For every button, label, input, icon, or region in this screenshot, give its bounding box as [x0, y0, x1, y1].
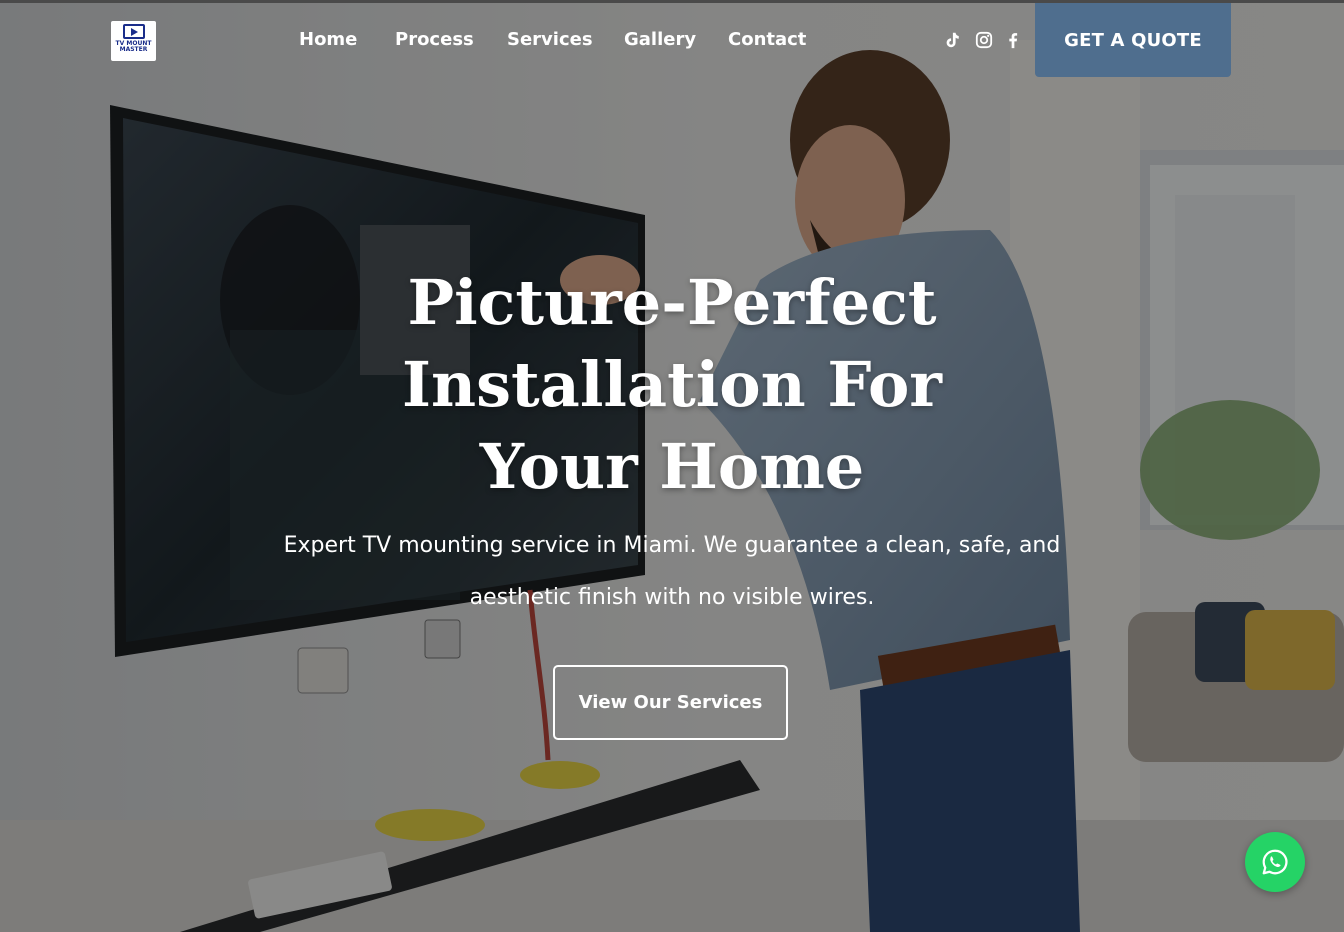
play-icon	[122, 24, 145, 39]
site-logo[interactable]: TV MOUNT MASTER	[111, 21, 156, 61]
nav-gallery[interactable]: Gallery	[624, 28, 696, 52]
view-services-button[interactable]: View Our Services	[553, 665, 788, 740]
nav-process[interactable]: Process	[395, 28, 474, 52]
tiktok-icon[interactable]	[942, 30, 962, 50]
nav-home[interactable]: Home	[299, 28, 357, 52]
instagram-icon[interactable]	[974, 30, 994, 50]
logo-text: TV MOUNT MASTER	[115, 40, 152, 53]
get-a-quote-button[interactable]: GET A QUOTE	[1035, 3, 1231, 77]
nav-services[interactable]: Services	[507, 28, 593, 52]
whatsapp-button[interactable]	[1245, 832, 1305, 892]
hero-headline: Picture-Perfect Installation For Your Ho…	[402, 266, 942, 503]
hero-subtext: Expert TV mounting service in Miami. We …	[283, 533, 1061, 610]
whatsapp-icon	[1262, 849, 1288, 875]
facebook-icon[interactable]	[1003, 30, 1023, 50]
nav-contact[interactable]: Contact	[728, 28, 806, 52]
